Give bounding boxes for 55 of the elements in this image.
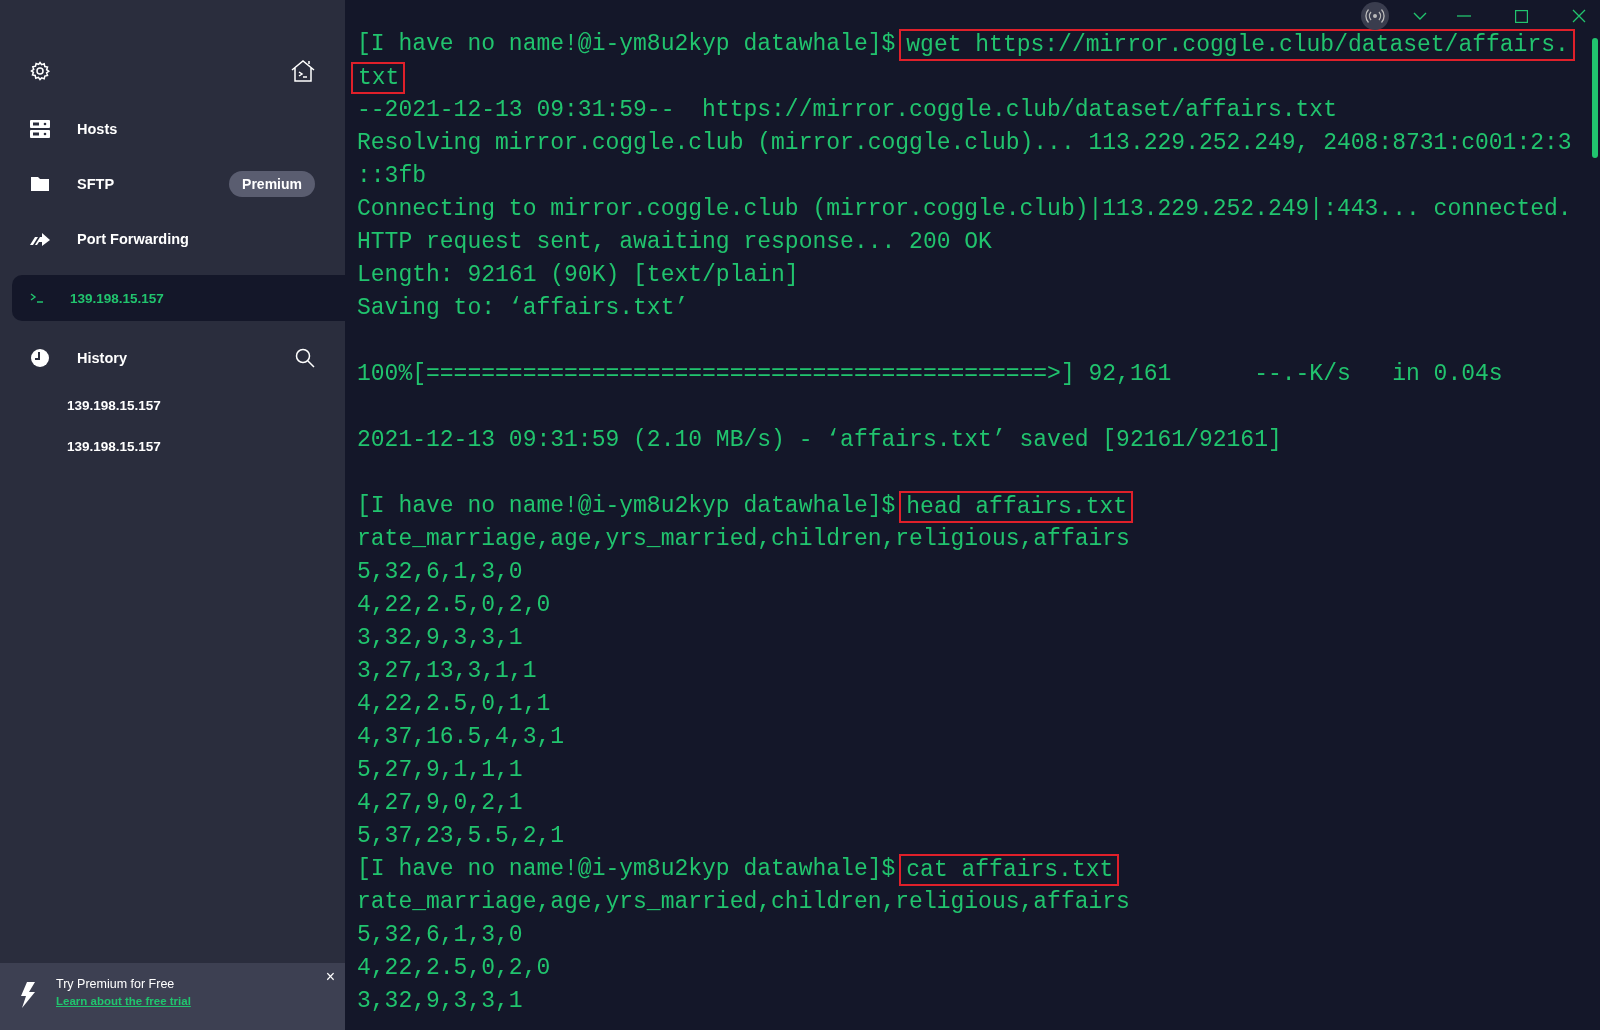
shell-prompt: [I have no name!@i-ym8u2kyp datawhale]$ — [357, 855, 896, 884]
output-line: 5,32,6,1,3,0 — [357, 921, 523, 950]
shell-prompt: [I have no name!@i-ym8u2kyp datawhale]$ — [357, 492, 896, 521]
server-icon — [30, 119, 50, 138]
terminal-icon — [30, 293, 44, 303]
output-line: 4,22,2.5,0,2,0 — [357, 954, 551, 983]
output-line: 4,22,2.5,0,1,1 — [357, 690, 551, 719]
close-icon[interactable] — [1572, 9, 1586, 23]
free-trial-link[interactable]: Learn about the free trial — [56, 995, 191, 1007]
output-line: rate_marriage,age,yrs_married,children,religious,affairs — [357, 525, 1130, 554]
output-line: 3,27,13,3,1,1 — [357, 657, 537, 686]
search-icon[interactable] — [295, 347, 315, 368]
output-line: 5,37,23,5.5,2,1 — [357, 822, 565, 851]
promo-title: Try Premium for Free — [56, 977, 176, 991]
maximize-icon[interactable] — [1515, 9, 1528, 23]
highlighted-command: head affairs.txt — [899, 490, 1134, 523]
nav-item[interactable]: Port Forwarding — [77, 230, 315, 247]
output-line: --2021-12-13 09:31:59-- https://mirror.coggle.club/dataset/affairs.txt — [357, 96, 1337, 125]
highlighted-command: txt — [351, 61, 406, 94]
output-line: 4,22,2.5,0,2,0 — [357, 591, 551, 620]
output-line: 2021-12-13 09:31:59 (2.10 MB/s) - ‘affairs.txt’ saved [92161/92161] — [357, 426, 1282, 455]
output-line: 5,32,6,1,3,0 — [357, 558, 523, 587]
home-terminal-icon[interactable] — [291, 60, 315, 82]
close-button[interactable]: × — [325, 968, 335, 986]
nav-item[interactable]: Hosts — [77, 120, 315, 137]
chevron-down-icon[interactable] — [1413, 12, 1427, 20]
arrow-icon — [30, 230, 50, 247]
history-item[interactable]: 139.198.15.157 — [0, 385, 345, 426]
history-heading: History — [77, 349, 128, 366]
session-tab[interactable]: 139.198.15.157 — [12, 275, 345, 321]
output-line: Length: 92161 (90K) [text/plain] — [357, 261, 799, 290]
output-line: Resolving mirror.coggle.club (mirror.coggle.club)... 113.229.252.249, 2408:8731:c001:2:3 — [357, 129, 1572, 158]
folder-icon — [31, 176, 49, 191]
broadcast-icon[interactable] — [1361, 2, 1389, 30]
output-line: Connecting to mirror.coggle.club (mirror.coggle.club)|113.229.252.249|:443... connected. — [357, 195, 1572, 224]
output-line: rate_marriage,age,yrs_married,children,religious,affairs — [357, 888, 1130, 917]
output-line: 3,32,9,3,3,1 — [357, 987, 523, 1016]
nav-item[interactable]: SFTP — [77, 175, 230, 192]
output-line: Saving to: ‘affairs.txt’ — [357, 294, 689, 323]
scrollbar-thumb[interactable] — [1592, 38, 1598, 158]
output-line: HTTP request sent, awaiting response... 200 OK — [357, 228, 992, 257]
shell-prompt: [I have no name!@i-ym8u2kyp datawhale]$ — [357, 30, 896, 59]
clock-icon — [30, 347, 50, 368]
highlighted-command: wget https://mirror.coggle.club/dataset/affairs. — [899, 28, 1575, 61]
output-line: 3,32,9,3,3,1 — [357, 624, 523, 653]
output-line: 5,27,9,1,1,1 — [357, 756, 523, 785]
history-item[interactable]: 139.198.15.157 — [0, 426, 345, 467]
output-line: ::3fb — [357, 162, 426, 191]
output-line: 4,27,9,0,2,1 — [357, 789, 523, 818]
lightning-icon — [20, 982, 36, 1008]
settings-icon[interactable] — [30, 61, 50, 81]
output-line: 100%[=============================================>] 92,161 --.-K/s in 0.04s — [357, 360, 1503, 389]
premium-badge: Premium — [229, 170, 315, 197]
highlighted-command: cat affairs.txt — [899, 853, 1120, 886]
output-line: 4,37,16.5,4,3,1 — [357, 723, 565, 752]
